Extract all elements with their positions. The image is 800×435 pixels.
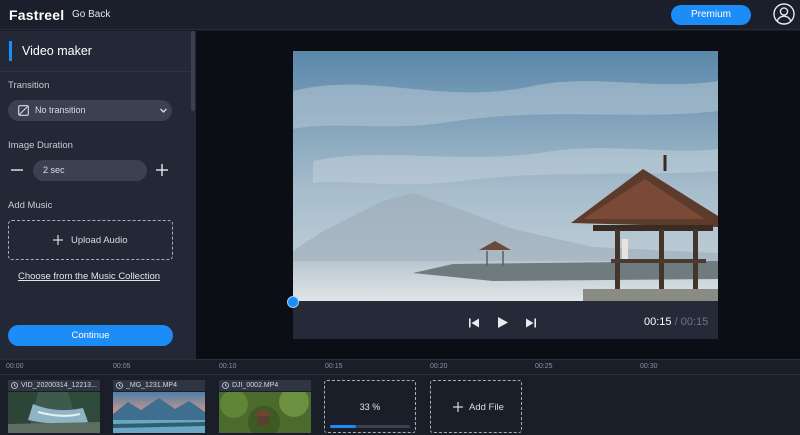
- playhead-handle[interactable]: [287, 296, 299, 308]
- chevron-down-icon: [160, 108, 167, 113]
- clock-icon: [11, 382, 18, 389]
- clip-label: DJI_0002.MP4: [219, 380, 311, 391]
- clip-thumbnail-lake: [113, 392, 205, 433]
- image-duration-label: Image Duration: [8, 140, 73, 151]
- sidebar-divider: [0, 71, 191, 72]
- upload-percent: 33 %: [359, 402, 381, 412]
- add-file-label: Add File: [469, 402, 504, 413]
- clip-name: DJI_0002.MP4: [232, 382, 279, 389]
- timeline-tick: 00:05: [113, 363, 131, 370]
- timeline-tick: 00:10: [219, 363, 237, 370]
- timeline: 00:00 00:05 00:10 00:15 00:20 00:25 00:3…: [0, 359, 800, 435]
- upload-progress-fill: [330, 425, 357, 428]
- timeline-ruler: [0, 374, 800, 375]
- clip-name: _MG_1231.MP4: [126, 382, 177, 389]
- clock-icon: [116, 382, 123, 389]
- upload-audio-button[interactable]: Upload Audio: [8, 220, 173, 260]
- current-time: 00:15: [644, 316, 672, 328]
- upload-progress-slot: 33 %: [324, 380, 416, 433]
- top-header: Fastreel Go Back Premium: [0, 0, 800, 30]
- music-collection-link[interactable]: Choose from the Music Collection: [18, 271, 160, 282]
- clip-thumbnail-forest: [219, 392, 311, 433]
- plus-icon[interactable]: [153, 161, 171, 179]
- clip-label: _MG_1231.MP4: [113, 380, 205, 391]
- app-logo[interactable]: Fastreel: [9, 7, 64, 23]
- time-display: 00:15 / 00:15: [644, 316, 708, 328]
- timeline-tick: 00:30: [640, 363, 658, 370]
- timeline-tick: 00:15: [325, 363, 343, 370]
- minus-icon[interactable]: [8, 161, 26, 179]
- clip-thumbnail-river: [8, 392, 100, 433]
- sidebar-title: Video maker: [22, 44, 92, 58]
- skip-forward-icon[interactable]: [525, 317, 537, 329]
- plus-icon: [53, 235, 63, 245]
- add-music-label: Add Music: [8, 200, 53, 211]
- total-time: 00:15: [680, 316, 709, 328]
- duration-field[interactable]: 2 sec: [33, 160, 147, 181]
- continue-button[interactable]: Continue: [8, 325, 173, 346]
- timeline-clip[interactable]: DJI_0002.MP4: [219, 380, 311, 433]
- transition-value: No transition: [35, 105, 86, 115]
- player-controls: 00:15 / 00:15: [293, 301, 718, 339]
- video-frame: [293, 51, 718, 301]
- transition-label: Transition: [8, 80, 50, 91]
- go-back-link[interactable]: Go Back: [72, 9, 110, 20]
- premium-button[interactable]: Premium: [671, 5, 751, 25]
- timeline-tick: 00:00: [6, 363, 24, 370]
- timeline-tick: 00:25: [535, 363, 553, 370]
- skip-back-icon[interactable]: [468, 317, 480, 329]
- transition-select[interactable]: No transition: [8, 100, 172, 121]
- play-icon[interactable]: [496, 316, 509, 329]
- add-file-button[interactable]: Add File: [430, 380, 522, 433]
- upload-audio-label: Upload Audio: [71, 235, 128, 246]
- clip-label: VID_20200314_12213...: [8, 380, 100, 391]
- beach-pavilion-image: [293, 51, 718, 301]
- timeline-tick: 00:20: [430, 363, 448, 370]
- sidebar-scrollbar[interactable]: [191, 31, 195, 111]
- clip-name: VID_20200314_12213...: [21, 382, 97, 389]
- no-transition-icon: [18, 105, 29, 116]
- clock-icon: [222, 382, 229, 389]
- timeline-clip[interactable]: VID_20200314_12213...: [8, 380, 100, 433]
- timeline-clip[interactable]: _MG_1231.MP4: [113, 380, 205, 433]
- video-preview-area: 00:15 / 00:15: [196, 31, 800, 359]
- upload-progress-bar: [330, 425, 410, 428]
- time-separator: /: [674, 316, 678, 328]
- title-accent-bar: [9, 41, 12, 61]
- user-circle-icon[interactable]: [773, 3, 795, 25]
- settings-sidebar: Video maker Transition No transition Ima…: [0, 31, 196, 359]
- plus-icon: [453, 402, 463, 412]
